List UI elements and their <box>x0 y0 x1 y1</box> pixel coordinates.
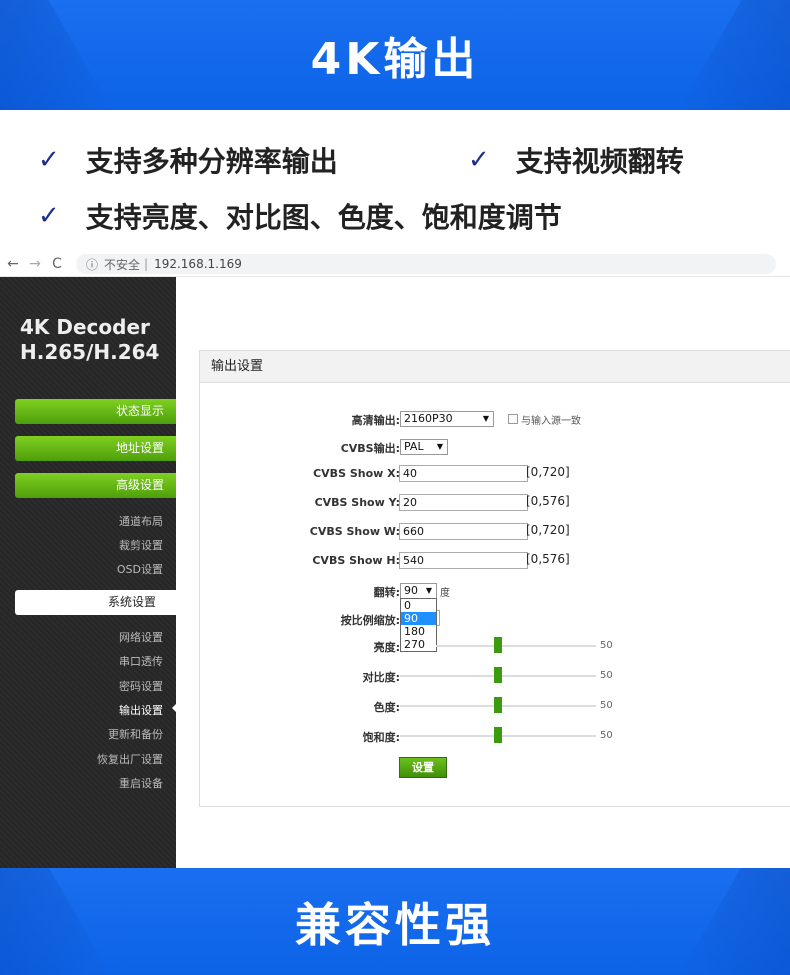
status-button[interactable]: 状态显示 <box>15 399 176 424</box>
feature-text: 支持视频翻转 <box>515 145 684 178</box>
chevron-down-icon: ▼ <box>425 586 432 595</box>
set-button[interactable]: 设置 <box>399 757 447 778</box>
hue-label: 色度: <box>373 701 400 714</box>
saturation-value: 50 <box>600 730 613 741</box>
cvbs-output-value: PAL <box>404 440 424 453</box>
top-banner: 4K输出 <box>0 0 790 110</box>
hd-output-select[interactable]: 2160P30 ▼ <box>400 411 494 427</box>
advanced-settings-button[interactable]: 高级设置 <box>15 473 176 498</box>
sidebar-item-crop-settings[interactable]: 裁剪设置 <box>119 537 163 553</box>
match-input-checkbox[interactable] <box>508 414 518 424</box>
check-icon: ✓ <box>38 201 60 231</box>
scale-label: 按比例缩放: <box>340 614 400 627</box>
hd-output-label: 高清输出: <box>351 414 400 427</box>
active-indicator-icon <box>172 704 176 712</box>
flip-option[interactable]: 180 <box>401 625 436 638</box>
address-settings-button[interactable]: 地址设置 <box>15 436 176 461</box>
hd-output-value: 2160P30 <box>404 412 453 425</box>
flip-label: 翻转: <box>373 586 400 599</box>
sidebar-item-update-backup[interactable]: 更新和备份 <box>108 726 163 742</box>
cvbs-x-input[interactable]: 40 <box>399 465 528 482</box>
check-icon: ✓ <box>38 145 60 175</box>
feature-item: ✓ 支持视频翻转 <box>468 140 684 180</box>
check-icon: ✓ <box>468 145 490 175</box>
bottom-banner-title: 兼容性强 <box>295 897 495 952</box>
url-separator: | <box>144 257 149 271</box>
brand-logo: 4K Decoder H.265/H.264 <box>20 315 159 365</box>
flip-option[interactable]: 270 <box>401 638 436 651</box>
panel-title: 输出设置 <box>200 351 790 383</box>
brightness-slider-thumb[interactable] <box>494 637 502 653</box>
feature-item: ✓ 支持亮度、对比图、色度、饱和度调节 <box>38 196 562 236</box>
sidebar-item-serial[interactable]: 串口透传 <box>119 653 163 669</box>
sidebar-item-output[interactable]: 输出设置 <box>119 702 163 718</box>
brightness-value: 50 <box>600 640 613 651</box>
system-settings-button[interactable]: 系统设置 <box>15 590 176 615</box>
saturation-label: 饱和度: <box>362 731 400 744</box>
cvbs-w-input[interactable]: 660 <box>399 523 528 540</box>
cvbs-h-range: [0,576] <box>526 552 570 566</box>
flip-option[interactable]: 0 <box>401 599 436 612</box>
top-banner-title: 4K输出 <box>310 34 480 85</box>
hue-value: 50 <box>600 700 613 711</box>
sidebar-item-channel-layout[interactable]: 通道布局 <box>119 513 163 529</box>
cvbs-h-label: CVBS Show H: <box>312 554 400 567</box>
feature-list: ✓ 支持多种分辨率输出 ✓ 支持视频翻转 ✓ 支持亮度、对比图、色度、饱和度调节 <box>0 110 790 248</box>
cvbs-y-range: [0,576] <box>526 494 570 508</box>
output-settings-panel: 输出设置 高清输出: 2160P30 ▼ 与输入源一致 CVBS输出: PAL … <box>199 350 790 807</box>
sidebar-item-password[interactable]: 密码设置 <box>119 678 163 694</box>
contrast-value: 50 <box>600 670 613 681</box>
forward-arrow-icon[interactable]: → <box>26 256 44 272</box>
brightness-label: 亮度: <box>373 641 400 654</box>
chevron-down-icon: ▼ <box>436 442 443 451</box>
feature-item: ✓ 支持多种分辨率输出 <box>38 140 338 180</box>
hue-slider-thumb[interactable] <box>494 697 502 713</box>
brightness-slider-track[interactable] <box>436 645 596 647</box>
cvbs-y-label: CVBS Show Y: <box>314 496 400 509</box>
cvbs-w-range: [0,720] <box>526 523 570 537</box>
security-label: 不安全 <box>104 257 141 272</box>
flip-unit: 度 <box>440 588 450 599</box>
brand-line-1: 4K Decoder <box>20 315 150 339</box>
flip-value: 90 <box>404 584 418 597</box>
sidebar-item-osd-settings[interactable]: OSD设置 <box>117 561 163 577</box>
flip-option-highlighted[interactable]: 90 <box>401 612 436 625</box>
address-bar[interactable]: ⓘ 不安全 | 192.168.1.169 <box>76 254 776 274</box>
sidebar-item-factory-reset[interactable]: 恢复出厂设置 <box>97 751 163 767</box>
sidebar-item-network[interactable]: 网络设置 <box>119 629 163 645</box>
info-icon[interactable]: ⓘ <box>86 256 98 273</box>
cvbs-y-input[interactable]: 20 <box>399 494 528 511</box>
reload-icon[interactable]: C <box>48 256 66 272</box>
browser-toolbar: ← → C ⓘ 不安全 | 192.168.1.169 <box>0 252 790 277</box>
saturation-slider-thumb[interactable] <box>494 727 502 743</box>
flip-select[interactable]: 90 ▼ <box>400 583 437 599</box>
contrast-label: 对比度: <box>362 671 400 684</box>
sidebar: 4K Decoder H.265/H.264 状态显示 地址设置 高级设置 通道… <box>0 277 176 868</box>
cvbs-h-input[interactable]: 540 <box>399 552 528 569</box>
cvbs-x-label: CVBS Show X: <box>313 467 400 480</box>
bottom-banner: 兼容性强 <box>0 868 790 975</box>
back-arrow-icon[interactable]: ← <box>4 256 22 272</box>
brand-line-2: H.265/H.264 <box>20 340 160 364</box>
cvbs-output-label: CVBS输出: <box>340 442 400 455</box>
cvbs-output-select[interactable]: PAL ▼ <box>400 439 448 455</box>
url-text[interactable]: 192.168.1.169 <box>154 257 242 271</box>
contrast-slider-thumb[interactable] <box>494 667 502 683</box>
match-input-label: 与输入源一致 <box>521 416 581 427</box>
chevron-down-icon: ▼ <box>482 414 489 423</box>
cvbs-x-range: [0,720] <box>526 465 570 479</box>
feature-text: 支持多种分辨率输出 <box>85 145 338 178</box>
flip-dropdown-list: 0 90 180 270 <box>400 598 437 652</box>
feature-text: 支持亮度、对比图、色度、饱和度调节 <box>85 201 562 234</box>
cvbs-w-label: CVBS Show W: <box>309 525 400 538</box>
sidebar-item-reboot[interactable]: 重启设备 <box>119 775 163 791</box>
